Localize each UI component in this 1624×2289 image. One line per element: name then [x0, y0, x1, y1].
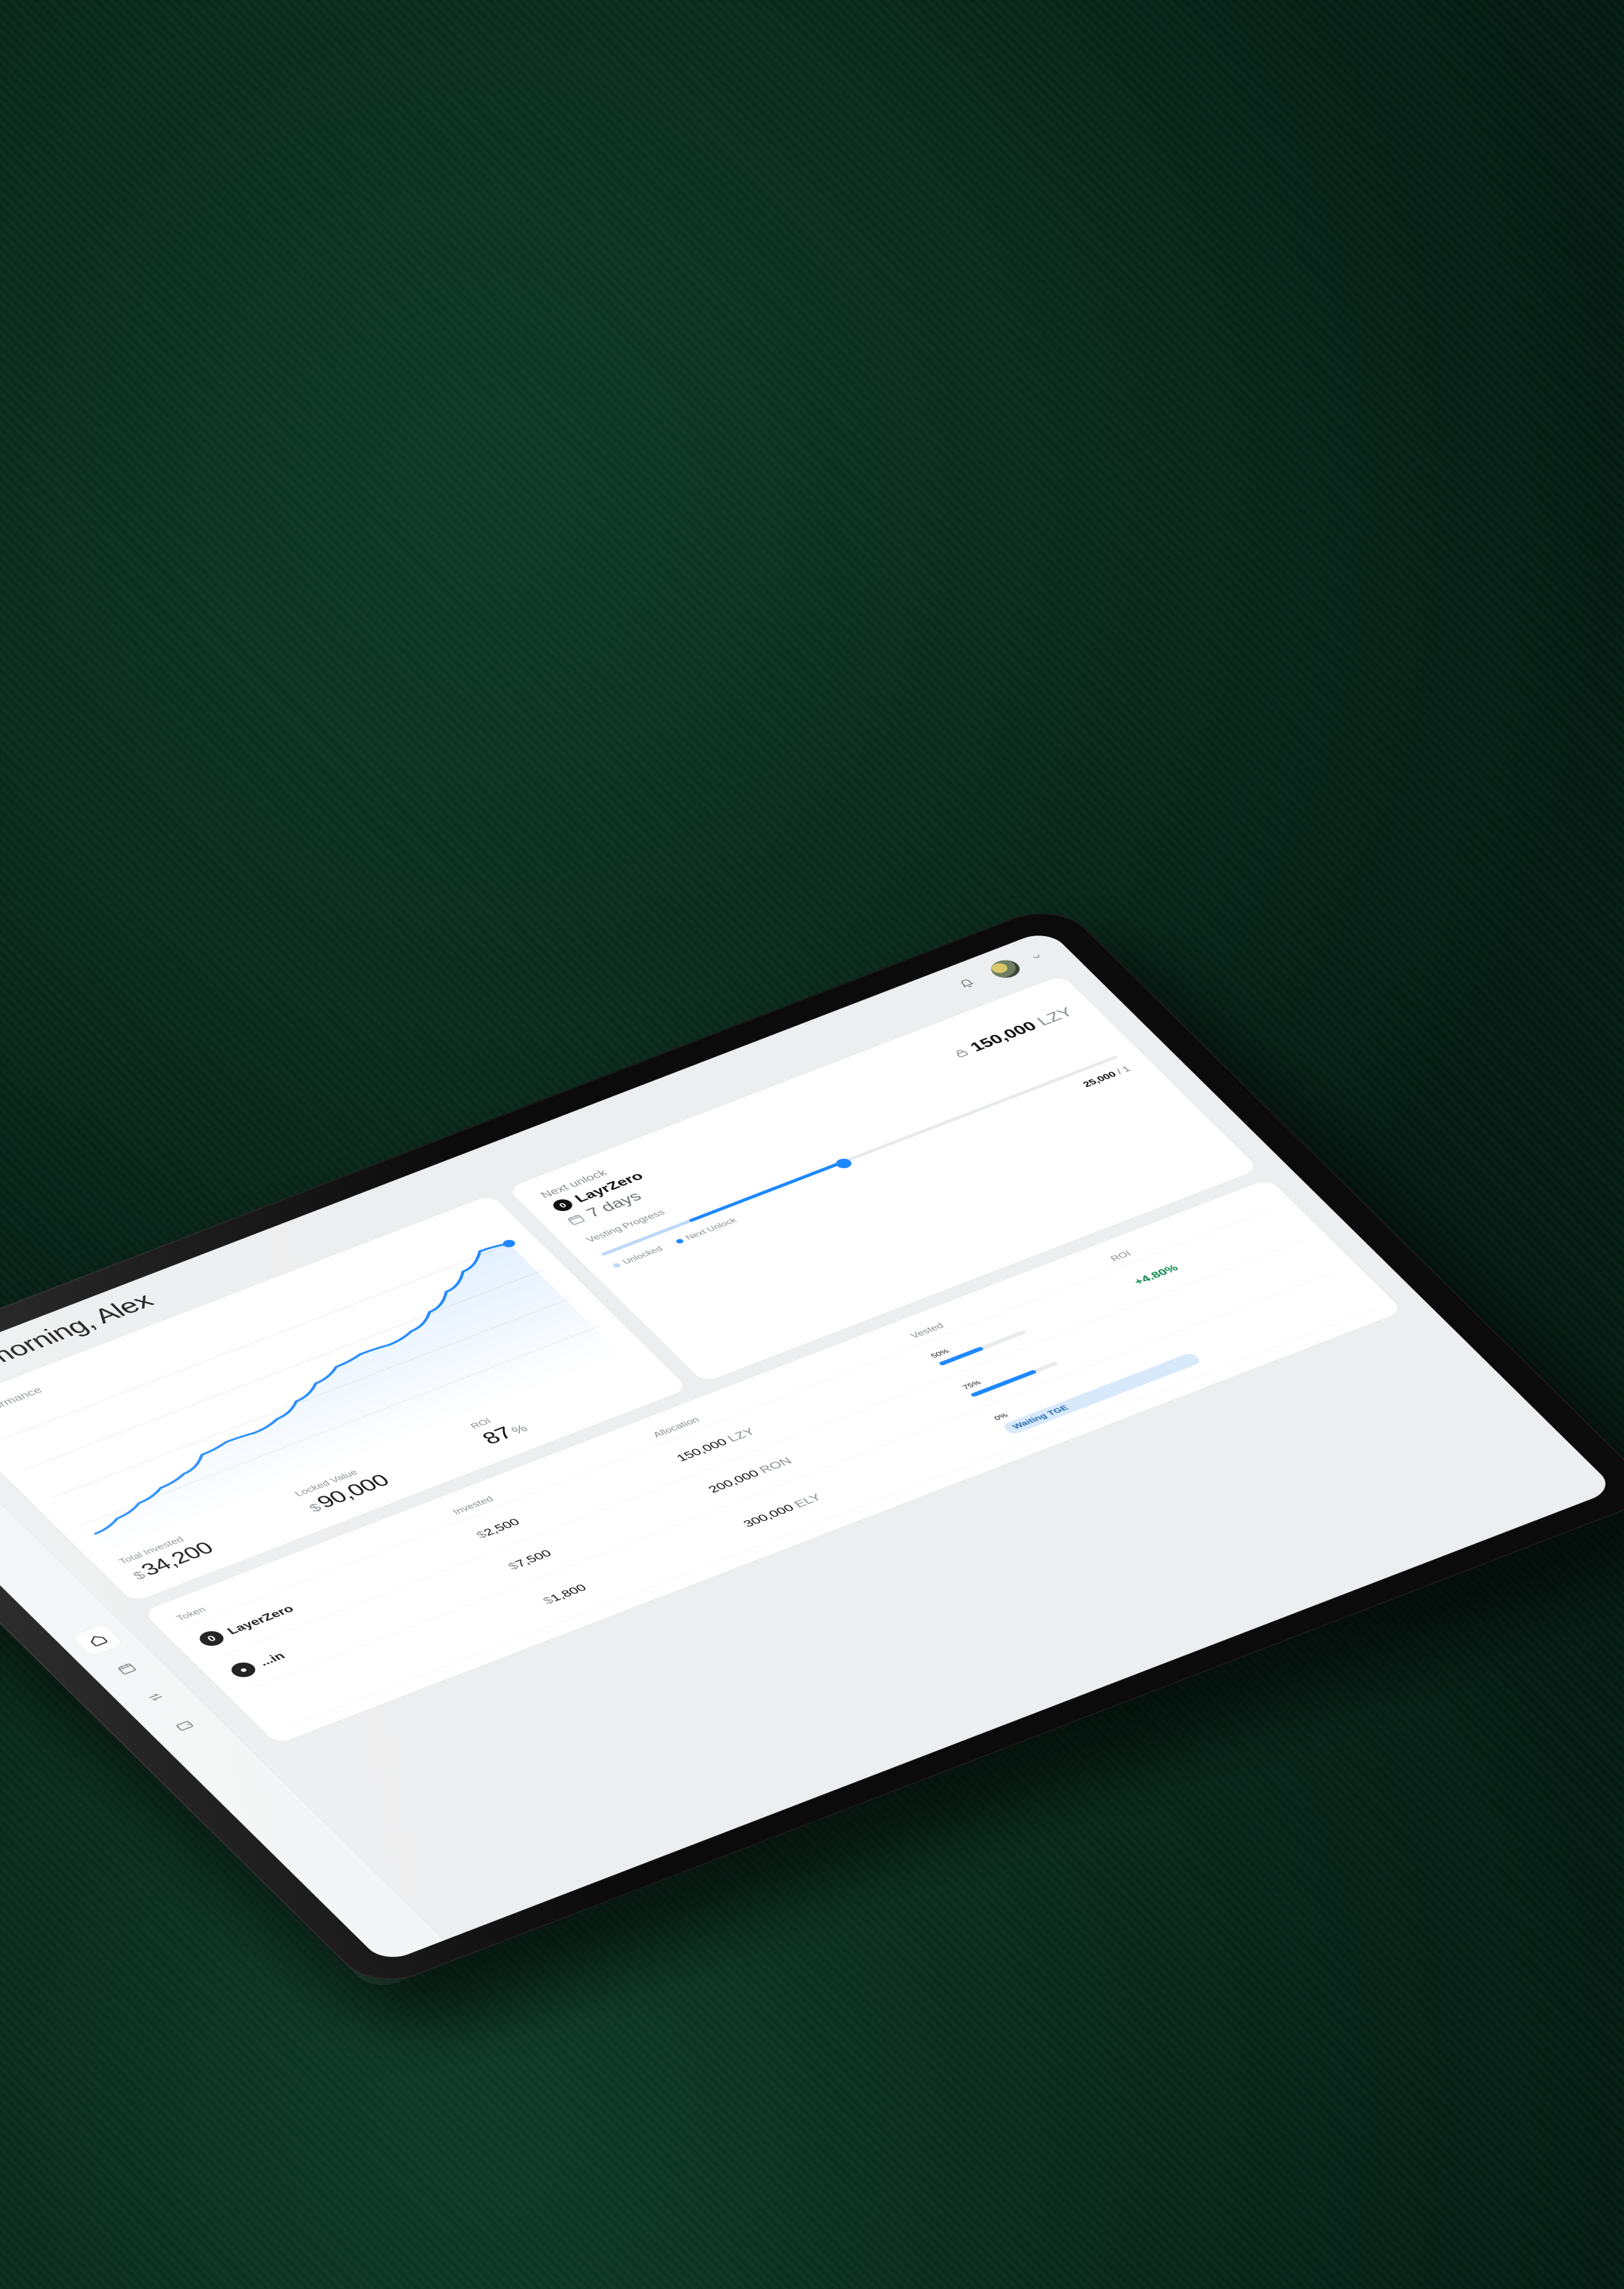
- vested-badge: Waiting TGE: [1001, 1352, 1202, 1435]
- vesting-legend: Unlocked Next Unlock: [610, 1216, 738, 1270]
- vesting-progress-numbers: 25,000 / 1: [1081, 1065, 1133, 1089]
- progress-current: 25,000: [1081, 1070, 1119, 1089]
- app-screen: Good morning, Alex: [0, 929, 1616, 1964]
- progress-total: / 1: [1115, 1065, 1133, 1076]
- cell-roi: [1203, 1291, 1355, 1349]
- legend-next: Next Unlock: [673, 1216, 738, 1245]
- tablet-frame: Good morning, Alex: [0, 901, 1624, 1992]
- cell-vested: 0% Waiting TGE: [992, 1343, 1202, 1435]
- vested-pct: 0%: [992, 1343, 1188, 1422]
